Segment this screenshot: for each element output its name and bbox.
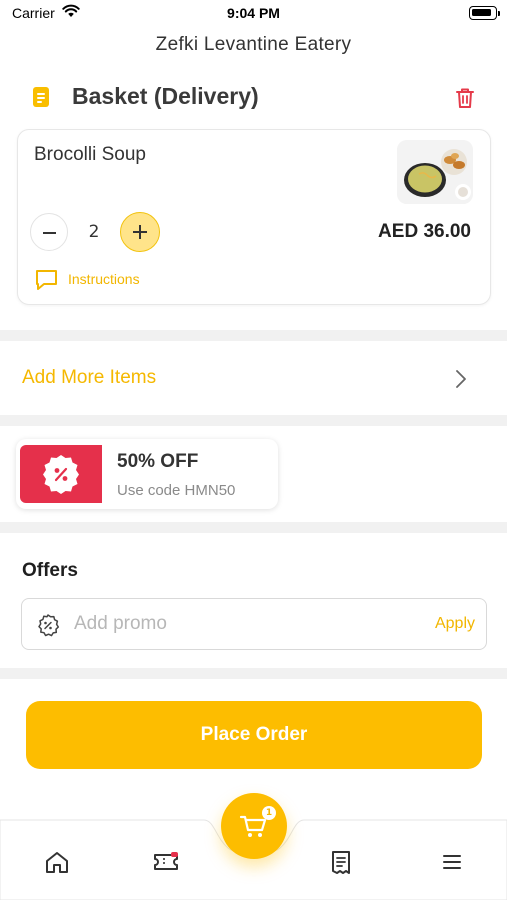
chevron-right-icon	[456, 370, 466, 388]
increase-quantity-button[interactable]	[120, 212, 160, 252]
restaurant-name: Zefki Levantine Eatery	[155, 34, 352, 55]
apply-promo-button[interactable]: Apply	[435, 615, 475, 633]
item-image	[397, 140, 473, 204]
add-more-items-row[interactable]: Add More Items	[0, 343, 507, 413]
instructions-button[interactable]: Instructions	[34, 268, 140, 294]
basket-document-icon	[33, 87, 49, 107]
offers-heading: Offers	[22, 560, 78, 581]
tab-offers[interactable]	[146, 842, 186, 882]
clear-basket-button[interactable]	[453, 85, 477, 111]
discount-icon	[43, 455, 79, 494]
basket-item-card: Brocolli Soup 2 AED 36.00 Instructions	[17, 129, 491, 305]
offer-title: 50% OFF	[117, 451, 199, 472]
offer-badge	[20, 445, 102, 503]
add-more-items-label: Add More Items	[22, 367, 157, 388]
promo-badge-icon	[38, 614, 60, 637]
cart-count-badge: 1	[262, 806, 276, 820]
item-name: Brocolli Soup	[34, 144, 146, 165]
place-order-button[interactable]: Place Order	[26, 701, 482, 769]
tab-home[interactable]	[37, 842, 77, 882]
section-divider	[0, 415, 507, 426]
offer-card[interactable]: 50% OFF Use code HMN50	[16, 439, 278, 509]
cart-button[interactable]: 1	[221, 793, 287, 859]
ticket-icon	[154, 852, 178, 870]
battery-icon	[469, 6, 500, 20]
section-divider	[0, 668, 507, 679]
status-bar: Carrier 9:04 PM	[0, 0, 507, 28]
tab-orders[interactable]	[321, 842, 361, 882]
menu-icon	[443, 855, 461, 869]
promo-field: Apply	[21, 598, 487, 650]
item-price: AED 36.00	[378, 221, 471, 242]
trash-icon	[456, 88, 474, 108]
decrease-quantity-button[interactable]	[30, 213, 68, 251]
offer-code: Use code HMN50	[117, 482, 236, 499]
promo-input[interactable]	[74, 609, 394, 639]
chat-bubble-icon	[36, 270, 57, 290]
section-divider	[0, 330, 507, 341]
home-icon	[46, 852, 68, 873]
status-time: 9:04 PM	[227, 5, 280, 21]
cart-icon	[239, 815, 267, 837]
basket-title: Basket (Delivery)	[72, 83, 259, 109]
tab-menu[interactable]	[432, 842, 472, 882]
item-quantity: 2	[88, 222, 100, 242]
receipt-icon	[332, 851, 350, 874]
basket-header: Basket (Delivery)	[28, 82, 479, 114]
section-divider	[0, 522, 507, 533]
instructions-label: Instructions	[68, 271, 140, 287]
